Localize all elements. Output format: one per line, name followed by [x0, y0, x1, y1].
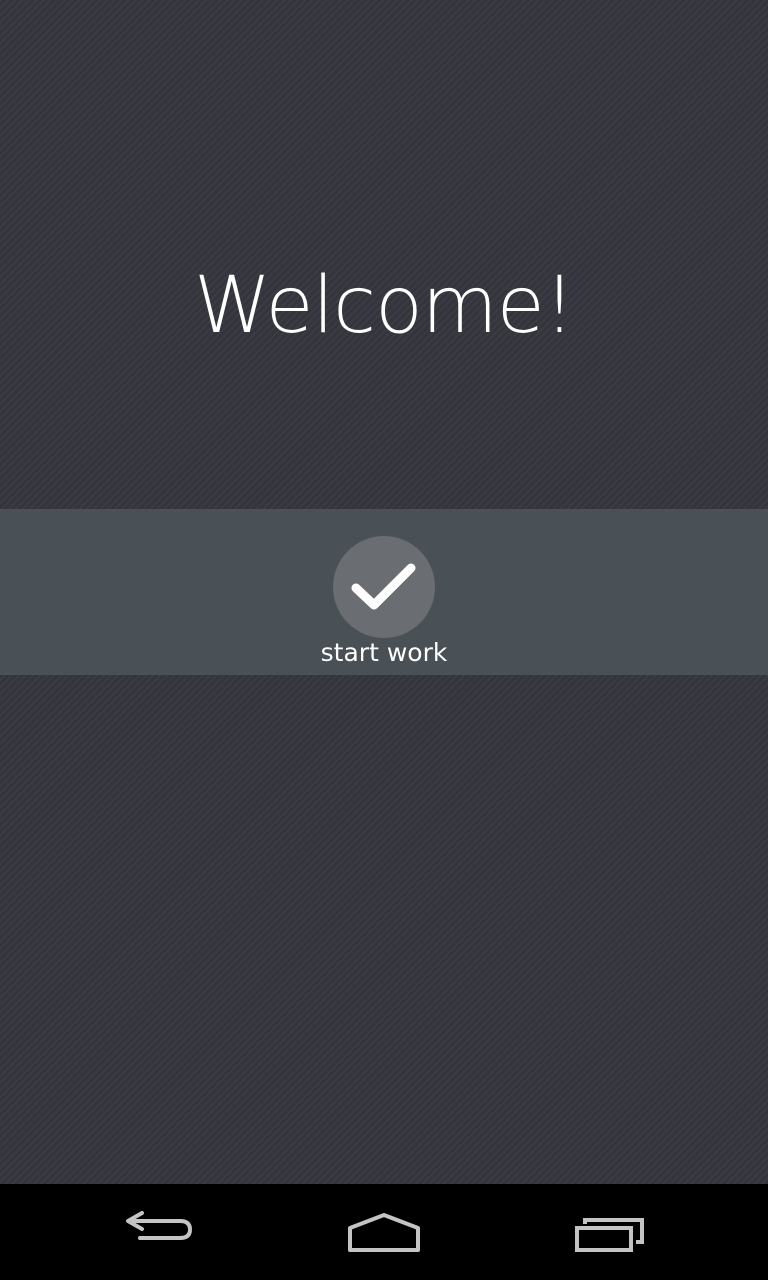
start-work-button[interactable]: start work — [284, 536, 484, 670]
recent-apps-icon — [575, 1218, 644, 1252]
app-screen: Welcome! start work — [0, 0, 768, 1184]
home-button[interactable] — [304, 1184, 464, 1280]
home-icon — [348, 1213, 420, 1252]
back-button[interactable] — [80, 1184, 240, 1280]
check-icon — [351, 563, 416, 610]
back-arrow-icon — [126, 1211, 192, 1240]
welcome-title: Welcome! — [193, 261, 575, 351]
start-work-circle[interactable] — [333, 536, 435, 638]
system-navigation-bar — [0, 1184, 768, 1280]
recent-apps-button[interactable] — [530, 1184, 690, 1280]
start-work-label: start work — [320, 638, 448, 667]
